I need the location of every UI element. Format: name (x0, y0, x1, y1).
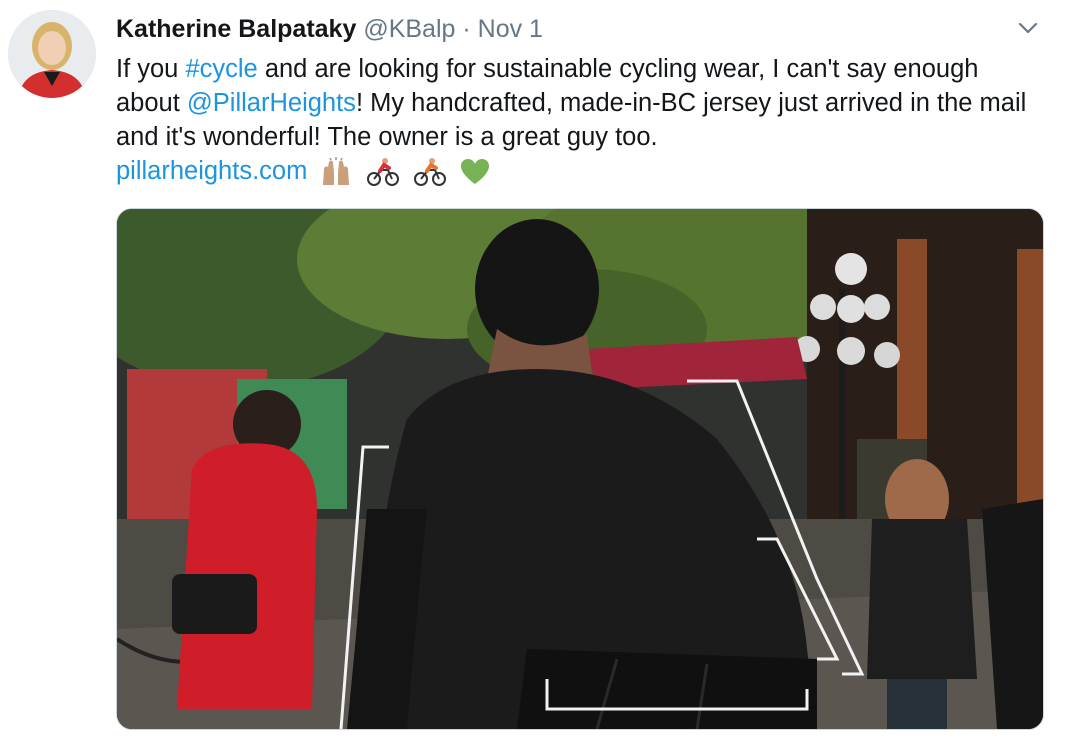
photo-cyclist-street (117, 209, 1043, 729)
chevron-down-icon[interactable] (1016, 16, 1040, 40)
green-heart-icon (460, 159, 489, 185)
cyclist-icon (413, 158, 446, 187)
mention-link[interactable]: @PillarHeights (187, 89, 356, 117)
cyclist-icon (366, 158, 399, 187)
author-avatar[interactable] (8, 10, 96, 98)
tweet-text-segment: If you (116, 55, 186, 83)
tweet-header: Katherine Balpataky @KBalp · Nov 1 (116, 14, 543, 44)
raised-hands-icon (323, 157, 350, 186)
url-link[interactable]: pillarheights.com (116, 157, 307, 185)
separator-dot: · (462, 15, 471, 43)
author-name[interactable]: Katherine Balpataky (116, 15, 356, 43)
tweet-timestamp[interactable]: Nov 1 (478, 15, 543, 43)
tweet-photo[interactable] (116, 208, 1044, 730)
tweet-body: If you #cycle and are looking for sustai… (116, 52, 1046, 188)
avatar-image (8, 10, 96, 98)
hashtag-link[interactable]: #cycle (185, 55, 257, 83)
author-handle[interactable]: @KBalp (363, 15, 455, 43)
